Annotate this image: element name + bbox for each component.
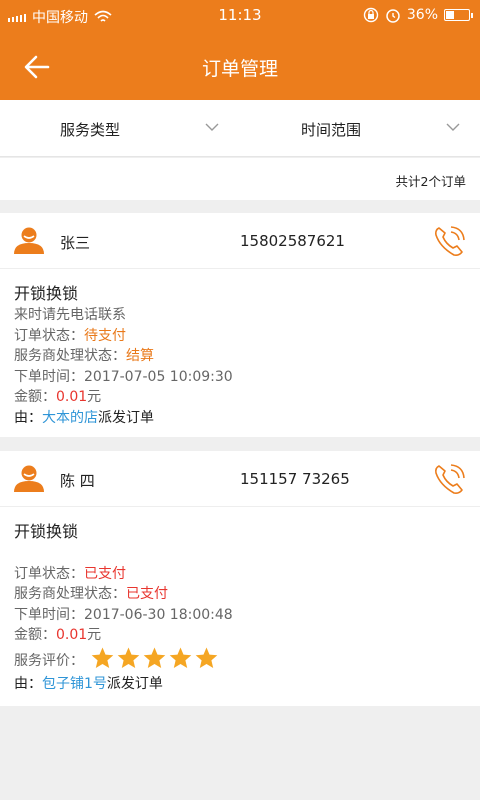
- customer-name: 陈 四: [60, 472, 95, 490]
- order-status-label: 订单状态：: [14, 327, 84, 344]
- provider-status-value: 已支付: [126, 586, 168, 602]
- dispatch-row: 由：包子铺1号派发订单: [14, 674, 466, 695]
- nav-bar: 订单管理: [0, 32, 480, 100]
- shop-link[interactable]: 大本的店: [42, 410, 98, 426]
- order-time-value: 2017-06-30 18:00:48: [84, 606, 233, 623]
- star-rating: [90, 646, 219, 670]
- order-time-row: 下单时间：2017-06-30 18:00:48: [14, 605, 466, 626]
- chevron-down-icon: [446, 123, 460, 131]
- shop-link[interactable]: 包子铺1号: [42, 676, 107, 692]
- star-icon: [169, 647, 192, 668]
- order-time-value: 2017-07-05 10:09:30: [84, 368, 233, 385]
- star-icon: [195, 647, 218, 668]
- amount-value: 0.01: [56, 627, 88, 643]
- battery-icon: [444, 9, 473, 21]
- order-card[interactable]: 陈 四 151157 73265 开锁换锁 订单状态：已支付 服务商处理状态：已…: [0, 451, 480, 706]
- time-range-dropdown[interactable]: 时间范围: [240, 100, 480, 157]
- dispatch-row: 由：大本的店派发订单: [14, 408, 466, 429]
- customer-name: 张三: [60, 234, 91, 252]
- filter-bar: 服务类型 时间范围: [0, 100, 480, 157]
- rating-label: 服务评价：: [14, 652, 84, 669]
- phone-icon[interactable]: [432, 463, 466, 497]
- amount-value: 0.01: [56, 389, 88, 405]
- battery-percent: 36%: [406, 7, 438, 23]
- amount-label: 金额：: [14, 627, 56, 643]
- star-icon: [91, 647, 114, 668]
- order-time-label: 下单时间：: [14, 368, 84, 385]
- page-title: 订单管理: [201, 58, 278, 80]
- customer-note: 来时请先电话联系: [14, 307, 126, 323]
- star-icon: [143, 647, 166, 668]
- service-name: 开锁换锁: [14, 284, 79, 303]
- star-icon: [117, 647, 140, 668]
- dispatch-suffix: 派发订单: [98, 409, 154, 426]
- provider-status-row: 服务商处理状态：结算: [14, 346, 466, 367]
- order-details: 开锁换锁 来时请先电话联系 订单状态：待支付 服务商处理状态：结算 下单时间：2…: [14, 283, 466, 428]
- amount-label: 金额：: [14, 389, 56, 405]
- rating-row: 服务评价：: [14, 646, 466, 674]
- provider-status-label: 服务商处理状态：: [14, 348, 126, 364]
- phone-icon[interactable]: [432, 225, 466, 259]
- provider-status-value: 结算: [126, 348, 154, 364]
- time-range-label: 时间范围: [301, 121, 362, 139]
- amount-unit: 元: [87, 627, 102, 643]
- amount-row: 金额：0.01元: [14, 625, 466, 646]
- order-status-value: 已支付: [84, 565, 126, 582]
- provider-status-label: 服务商处理状态：: [14, 586, 126, 602]
- service-type-label: 服务类型: [60, 121, 121, 139]
- customer-row: 陈 四 151157 73265: [0, 451, 480, 507]
- app-header: 中国移动 11:13 36% 订单管理: [0, 0, 480, 100]
- order-count: 共计2个订单: [395, 174, 466, 189]
- total-row: 共计2个订单: [0, 158, 480, 200]
- dispatch-suffix: 派发订单: [106, 675, 163, 692]
- customer-note: [14, 543, 466, 564]
- amount-row: 金额：0.01元: [14, 387, 466, 408]
- customer-row: 张三 15802587621: [0, 213, 480, 269]
- order-card[interactable]: 张三 15802587621 开锁换锁 来时请先电话联系 订单状态：待支付 服务…: [0, 213, 480, 437]
- service-type-dropdown[interactable]: 服务类型: [0, 100, 240, 157]
- dispatch-prefix: 由：: [14, 675, 42, 692]
- alarm-icon: [386, 9, 400, 23]
- person-avatar-icon: [14, 465, 44, 492]
- provider-status-row: 服务商处理状态：已支付: [14, 584, 466, 605]
- order-details: 开锁换锁 订单状态：已支付 服务商处理状态：已支付 下单时间：2017-06-3…: [14, 521, 466, 694]
- order-status-value: 待支付: [84, 327, 126, 344]
- dispatch-prefix: 由：: [14, 409, 42, 426]
- customer-phone: 15802587621: [240, 232, 345, 250]
- lock-rotation-icon: [363, 7, 379, 23]
- order-status-row: 订单状态：已支付: [14, 564, 466, 585]
- order-time-label: 下单时间：: [14, 606, 84, 623]
- service-name: 开锁换锁: [14, 522, 79, 541]
- person-avatar-icon: [14, 227, 44, 254]
- order-status-label: 订单状态：: [14, 565, 84, 582]
- order-status-row: 订单状态：待支付: [14, 326, 466, 347]
- status-bar: 中国移动 11:13 36%: [0, 0, 480, 32]
- amount-unit: 元: [87, 389, 102, 405]
- chevron-down-icon: [205, 123, 219, 131]
- customer-phone: 151157 73265: [240, 470, 350, 488]
- order-time-row: 下单时间：2017-07-05 10:09:30: [14, 367, 466, 388]
